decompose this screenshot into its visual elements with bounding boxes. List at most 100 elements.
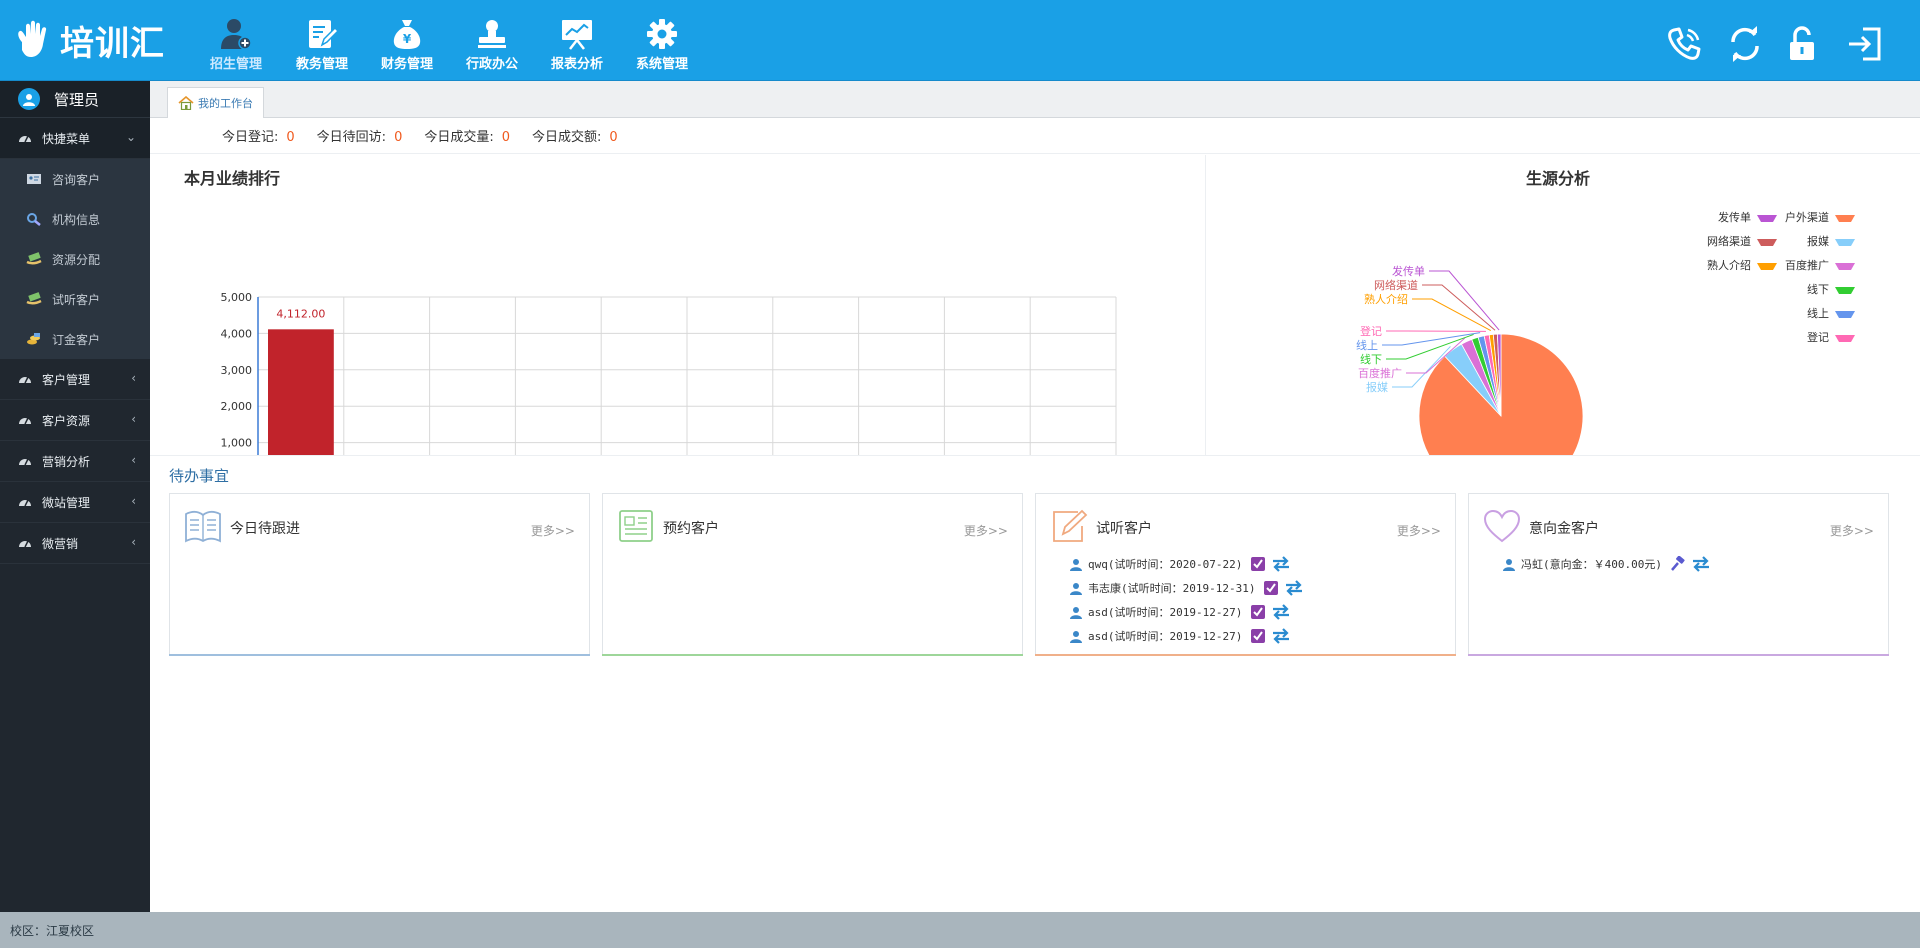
y-tick-label: 1,000 bbox=[221, 437, 253, 450]
performance-ranking-panel: 本月业绩排行 01,0002,0003,0004,0005,0004,112.0… bbox=[150, 155, 1205, 455]
phone-icon[interactable] bbox=[1664, 24, 1704, 64]
sidebar-item-deposit-clients[interactable]: 订金客户 bbox=[0, 319, 150, 359]
quick-menu-list: 咨询客户 机构信息 资源分配 试听客户 订金客户 bbox=[0, 159, 150, 359]
list-item[interactable]: 冯虹(意向金：￥400.00元) bbox=[1503, 552, 1710, 576]
legend-label: 线上 bbox=[1807, 306, 1829, 320]
dashboard-icon bbox=[19, 458, 31, 466]
gavel-icon[interactable] bbox=[1670, 556, 1686, 572]
sidebar-item-label: 机构信息 bbox=[52, 212, 101, 227]
sidebar-group-label: 客户管理 bbox=[42, 372, 91, 387]
check-edit-icon[interactable] bbox=[1250, 628, 1266, 644]
stat-registered: 今日登记: 0 bbox=[222, 126, 295, 145]
sidebar-item-consult-clients[interactable]: 咨询客户 bbox=[0, 159, 150, 199]
tab-label: 我的工作台 bbox=[198, 97, 253, 110]
logout-icon[interactable] bbox=[1845, 24, 1885, 64]
client-entry[interactable]: 韦志康(试听时间：2019-12-31) bbox=[1088, 580, 1255, 596]
sidebar-group-label: 微营销 bbox=[42, 536, 79, 551]
legend-swatch[interactable] bbox=[1757, 215, 1777, 222]
todo-card-today-followup: 今日待跟进 更多>> bbox=[169, 493, 590, 656]
topnav-academic[interactable]: 教务管理 bbox=[282, 10, 362, 72]
sidebar-item-label: 资源分配 bbox=[52, 252, 101, 267]
client-entry[interactable]: 冯虹(意向金：￥400.00元) bbox=[1521, 556, 1662, 572]
legend-label: 百度推广 bbox=[1785, 258, 1829, 272]
check-edit-icon[interactable] bbox=[1250, 556, 1266, 572]
transfer-icon[interactable] bbox=[1272, 556, 1290, 572]
sidebar-group-customer-mgmt[interactable]: 客户管理 ‹ bbox=[0, 359, 150, 400]
card-title: 预约客户 bbox=[663, 521, 719, 537]
topnav-label: 财务管理 bbox=[380, 57, 433, 72]
topnav-admin[interactable]: 行政办公 bbox=[452, 10, 532, 72]
campus-label: 校区：江夏校区 bbox=[10, 923, 95, 938]
topnav-finance[interactable]: ¥ 财务管理 bbox=[367, 10, 447, 72]
legend-swatch[interactable] bbox=[1757, 263, 1777, 270]
list-item[interactable]: qwq(试听时间：2020-07-22) bbox=[1070, 552, 1303, 576]
stat-value: 0 bbox=[286, 130, 295, 145]
stat-label: 今日登记: bbox=[222, 130, 279, 145]
legend-swatch[interactable] bbox=[1835, 263, 1855, 270]
person-icon bbox=[1070, 558, 1082, 571]
sidebar-group-microsite[interactable]: 微站管理 ‹ bbox=[0, 482, 150, 523]
list-item[interactable]: asd(试听时间：2019-12-27) bbox=[1070, 600, 1303, 624]
app-logo[interactable]: 培训汇 bbox=[14, 16, 165, 64]
more-link[interactable]: 更多>> bbox=[1397, 522, 1441, 539]
list-item[interactable]: asd(试听时间：2019-12-27) bbox=[1070, 624, 1303, 648]
lock-icon[interactable] bbox=[1782, 24, 1822, 64]
more-link[interactable]: 更多>> bbox=[1830, 522, 1874, 539]
person-icon bbox=[1503, 558, 1515, 571]
todo-card-trial-clients: 试听客户 更多>> qwq(试听时间：2020-07-22) 韦志康(试听时间：2… bbox=[1035, 493, 1456, 656]
stat-value: 0 bbox=[394, 130, 403, 145]
bar[interactable] bbox=[268, 329, 334, 455]
sidebar-group-micro-marketing[interactable]: 微营销 ‹ bbox=[0, 523, 150, 564]
sidebar-user-name: 管理员 bbox=[54, 90, 100, 109]
sidebar-item-org-info[interactable]: 机构信息 bbox=[0, 199, 150, 239]
legend-swatch[interactable] bbox=[1835, 287, 1855, 294]
chevron-left-icon: ‹ bbox=[131, 494, 136, 508]
sidebar-user[interactable]: 管理员 bbox=[0, 81, 150, 118]
pie-label: 报媒 bbox=[1366, 380, 1388, 394]
top-bar: 培训汇 招生管理 教务管理 ¥ 财务管理 行政办公 报表分析 系统管理 bbox=[0, 0, 1920, 81]
sidebar-quick-menu-label: 快捷菜单 bbox=[42, 131, 91, 146]
transfer-icon[interactable] bbox=[1285, 580, 1303, 596]
home-icon bbox=[178, 96, 194, 110]
more-link[interactable]: 更多>> bbox=[531, 522, 575, 539]
search-org-icon bbox=[27, 213, 41, 226]
sidebar-group-customer-resources[interactable]: 客户资源 ‹ bbox=[0, 400, 150, 441]
transfer-icon[interactable] bbox=[1272, 628, 1290, 644]
refresh-icon[interactable] bbox=[1725, 24, 1765, 64]
legend-swatch[interactable] bbox=[1757, 239, 1777, 246]
sidebar-group-label: 微站管理 bbox=[42, 495, 91, 510]
id-card-icon bbox=[27, 174, 41, 184]
sidebar-group-marketing-analysis[interactable]: 营销分析 ‹ bbox=[0, 441, 150, 482]
more-link[interactable]: 更多>> bbox=[964, 522, 1008, 539]
topnav-recruitment[interactable]: 招生管理 bbox=[196, 10, 276, 72]
transfer-icon[interactable] bbox=[1692, 556, 1710, 572]
sidebar-quick-menu[interactable]: 快捷菜单 ⌄ bbox=[0, 118, 150, 159]
legend-swatch[interactable] bbox=[1835, 335, 1855, 342]
section-divider bbox=[150, 455, 1920, 456]
user-add-icon bbox=[221, 19, 252, 50]
tab-my-workbench[interactable]: 我的工作台 bbox=[167, 87, 264, 118]
topnav-system[interactable]: 系统管理 bbox=[622, 10, 702, 72]
check-edit-icon[interactable] bbox=[1263, 580, 1279, 596]
card-accent-bar bbox=[1035, 654, 1456, 656]
pie-label-line bbox=[1422, 284, 1496, 331]
sidebar: 管理员 快捷菜单 ⌄ 咨询客户 机构信息 资源分配 试听客户 订金客户 客户管理 bbox=[0, 81, 150, 912]
client-entry[interactable]: asd(试听时间：2019-12-27) bbox=[1088, 604, 1242, 620]
legend-swatch[interactable] bbox=[1835, 239, 1855, 246]
client-entry[interactable]: qwq(试听时间：2020-07-22) bbox=[1088, 556, 1242, 572]
legend-swatch[interactable] bbox=[1835, 311, 1855, 318]
client-entry[interactable]: asd(试听时间：2019-12-27) bbox=[1088, 628, 1242, 644]
sidebar-item-trial-clients[interactable]: 试听客户 bbox=[0, 279, 150, 319]
list-item[interactable]: 韦志康(试听时间：2019-12-31) bbox=[1070, 576, 1303, 600]
check-edit-icon[interactable] bbox=[1250, 604, 1266, 620]
legend-swatch[interactable] bbox=[1835, 215, 1855, 222]
stat-deal-count: 今日成交量: 0 bbox=[424, 126, 510, 145]
pie-label: 网络渠道 bbox=[1374, 278, 1418, 292]
topnav-reports[interactable]: 报表分析 bbox=[537, 10, 617, 72]
edit-document-icon bbox=[309, 20, 339, 48]
y-tick-label: 2,000 bbox=[221, 400, 253, 413]
sidebar-item-resource-allocation[interactable]: 资源分配 bbox=[0, 239, 150, 279]
transfer-icon[interactable] bbox=[1272, 604, 1290, 620]
bar-data-label: 4,112.00 bbox=[276, 307, 325, 320]
sidebar-item-label: 试听客户 bbox=[52, 292, 101, 307]
